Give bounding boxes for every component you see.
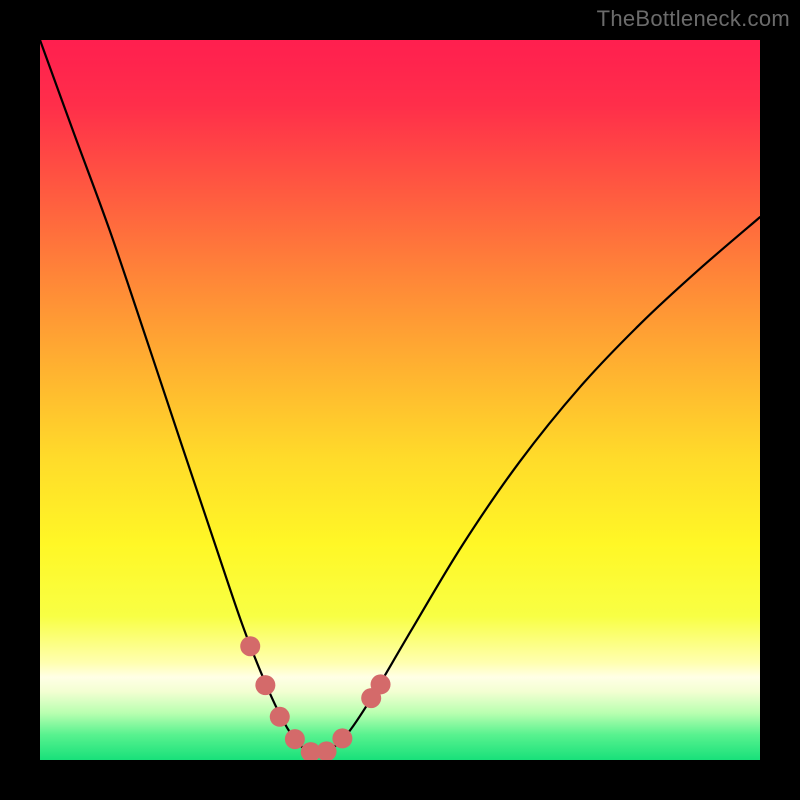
- plot-area: [40, 40, 760, 760]
- highlight-dot: [332, 728, 352, 748]
- chart-frame: TheBottleneck.com: [0, 0, 800, 800]
- highlight-dot: [255, 675, 275, 695]
- highlight-dot: [285, 729, 305, 749]
- highlight-dot: [240, 636, 260, 656]
- highlight-markers: [240, 636, 390, 760]
- highlight-dot: [371, 674, 391, 694]
- watermark-text: TheBottleneck.com: [597, 6, 790, 32]
- highlight-dot: [270, 707, 290, 727]
- bottleneck-curve: [40, 40, 760, 760]
- highlight-dot: [317, 741, 337, 760]
